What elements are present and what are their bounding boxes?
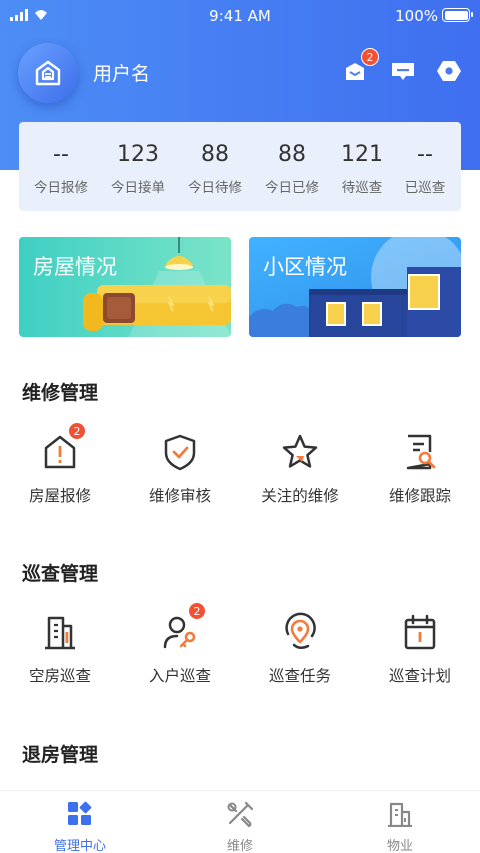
tab-property[interactable]: 物业 — [340, 801, 460, 853]
stat-label: 今日已修 — [265, 180, 319, 196]
dashboard-icon — [68, 801, 92, 825]
stat-label: 今日报修 — [34, 180, 88, 196]
section-title-checkout: 退房管理 — [22, 744, 99, 766]
house-status-banner[interactable]: 房屋情况 — [19, 237, 231, 337]
grid-item-label: 房屋报修 — [28, 487, 91, 505]
building-icon — [45, 616, 75, 650]
stat-inspected[interactable]: -- 已巡查 — [387, 122, 463, 196]
tab-management-center[interactable]: 管理中心 — [20, 801, 140, 853]
grid-item-label: 维修审核 — [148, 487, 211, 505]
mailbox-badge: 2 — [361, 48, 379, 66]
battery-percent: 100% — [395, 7, 438, 25]
grid-item-label: 关注的维修 — [261, 487, 339, 505]
stat-value: -- — [417, 142, 433, 167]
community-status-banner[interactable]: 小区情况 — [249, 237, 461, 337]
stat-value: 88 — [201, 142, 229, 167]
grid-item-label: 巡查任务 — [268, 667, 331, 685]
grid-item-label: 维修跟踪 — [388, 487, 451, 505]
star-icon — [282, 434, 318, 468]
avatar[interactable] — [18, 43, 78, 103]
banner-title: 小区情况 — [263, 255, 347, 279]
bottom-tab-bar: 管理中心 维修 物业 — [0, 790, 480, 853]
logo-icon — [35, 60, 61, 86]
home-inspection-badge: 2 — [188, 602, 206, 620]
settings-icon[interactable] — [437, 60, 461, 82]
home-inspection-item[interactable]: 2 入户巡查 — [120, 602, 240, 686]
document-search-icon — [406, 434, 436, 470]
grid-item-label: 空房巡查 — [28, 667, 91, 685]
stat-label: 今日待修 — [188, 180, 242, 196]
stat-today-repaired[interactable]: 88 今日已修 — [254, 122, 330, 196]
followed-repairs-item[interactable]: 关注的维修 — [240, 432, 360, 506]
location-pin-icon — [285, 612, 316, 649]
vacant-inspection-item[interactable]: 空房巡查 — [0, 612, 120, 686]
house-repair-item[interactable]: 2 房屋报修 — [0, 422, 120, 506]
tab-label: 物业 — [386, 839, 413, 853]
stat-label: 今日接单 — [111, 180, 165, 196]
property-building-icon — [388, 802, 412, 828]
stat-value: -- — [53, 142, 69, 167]
stat-value: 123 — [117, 142, 159, 167]
tools-icon — [227, 801, 254, 828]
repair-tracking-item[interactable]: 维修跟踪 — [360, 432, 480, 506]
grid-item-label: 巡查计划 — [388, 667, 451, 685]
message-icon[interactable] — [391, 60, 415, 82]
stat-today-pending[interactable]: 88 今日待修 — [177, 122, 253, 196]
stat-value: 88 — [278, 142, 306, 167]
status-bar: 9:41 AM 100% — [0, 0, 480, 30]
stat-label: 已巡查 — [404, 180, 446, 196]
section-title-repair: 维修管理 — [22, 382, 99, 404]
stat-today-reported[interactable]: -- 今日报修 — [23, 122, 99, 196]
username[interactable]: 用户名 — [93, 59, 150, 86]
section-title-inspection: 巡查管理 — [22, 563, 99, 585]
calendar-icon — [404, 614, 436, 650]
stat-today-accepted[interactable]: 123 今日接单 — [100, 122, 176, 196]
shield-check-icon — [164, 434, 196, 471]
stats-card: -- 今日报修 123 今日接单 88 今日待修 88 今日已修 121 待巡查… — [19, 122, 461, 211]
tab-label: 管理中心 — [53, 839, 106, 853]
tab-label: 维修 — [226, 839, 253, 853]
repair-review-item[interactable]: 维修审核 — [120, 432, 240, 506]
banner-title: 房屋情况 — [33, 255, 117, 279]
battery-icon — [442, 8, 473, 22]
inspection-task-item[interactable]: 巡查任务 — [240, 612, 360, 686]
tab-repair[interactable]: 维修 — [180, 801, 300, 853]
inspection-plan-item[interactable]: 巡查计划 — [360, 612, 480, 686]
grid-item-label: 入户巡查 — [148, 667, 211, 685]
house-repair-badge: 2 — [68, 422, 86, 440]
